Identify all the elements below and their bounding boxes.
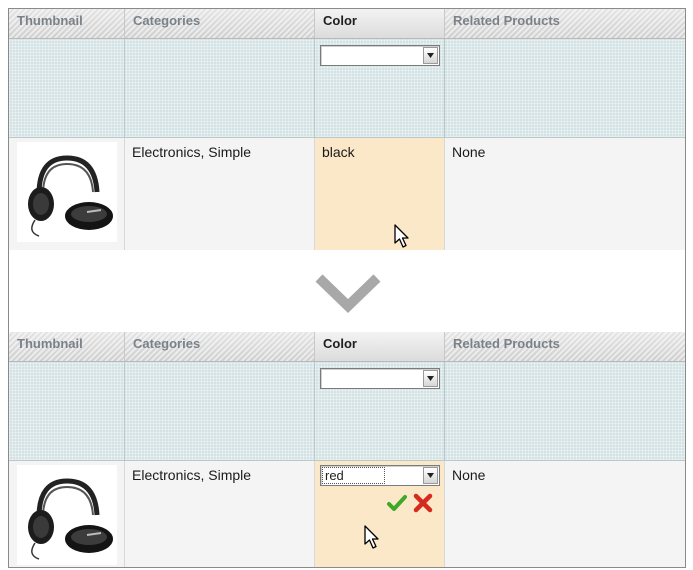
color-edit-select[interactable]: red (320, 465, 440, 486)
color-edit-value: red (322, 467, 385, 484)
column-header-color[interactable]: Color (315, 9, 445, 38)
filter-cell-related (445, 362, 685, 460)
filter-cell-related (445, 39, 685, 137)
headphones-image (17, 142, 117, 242)
table-row[interactable]: Electronics, Simple black None (9, 138, 685, 250)
filter-row (9, 39, 685, 138)
column-header-related-products[interactable]: Related Products (445, 332, 685, 361)
categories-cell: Electronics, Simple (125, 461, 315, 567)
column-header-color[interactable]: Color (315, 332, 445, 361)
thumbnail-cell (9, 138, 125, 250)
filter-cell-thumbnail (9, 362, 125, 460)
color-cell[interactable]: black (315, 138, 445, 250)
filter-cell-color (315, 362, 445, 460)
filter-row (9, 362, 685, 461)
filter-cell-categories (125, 362, 315, 460)
screenshot-frame: Thumbnail Categories Color Related Produ… (8, 8, 686, 568)
filter-cell-categories (125, 39, 315, 137)
column-header-categories[interactable]: Categories (125, 332, 315, 361)
color-cell-editing: red (315, 461, 445, 567)
checkmark-icon[interactable] (387, 493, 407, 513)
related-products-cell: None (452, 467, 486, 483)
color-filter-select[interactable] (320, 368, 440, 389)
thumbnail-cell (9, 461, 125, 567)
dropdown-arrow-icon[interactable] (423, 370, 438, 387)
color-filter-select[interactable] (320, 45, 440, 66)
filter-cell-thumbnail (9, 39, 125, 137)
filter-cell-color (315, 39, 445, 137)
headphones-image (17, 465, 117, 565)
dropdown-arrow-icon[interactable] (423, 467, 438, 484)
dropdown-arrow-icon[interactable] (423, 47, 438, 64)
table-row[interactable]: Electronics, Simple red None (9, 461, 685, 567)
column-header-thumbnail[interactable]: Thumbnail (9, 332, 125, 361)
column-header-categories[interactable]: Categories (125, 9, 315, 38)
related-products-cell: None (452, 144, 486, 160)
column-header-thumbnail[interactable]: Thumbnail (9, 9, 125, 38)
column-header-related-products[interactable]: Related Products (445, 9, 685, 38)
grid-header: Thumbnail Categories Color Related Produ… (9, 332, 685, 362)
grid-header: Thumbnail Categories Color Related Produ… (9, 9, 685, 39)
cross-icon[interactable] (413, 493, 433, 513)
categories-cell: Electronics, Simple (125, 138, 315, 250)
chevron-down-icon (315, 274, 381, 313)
